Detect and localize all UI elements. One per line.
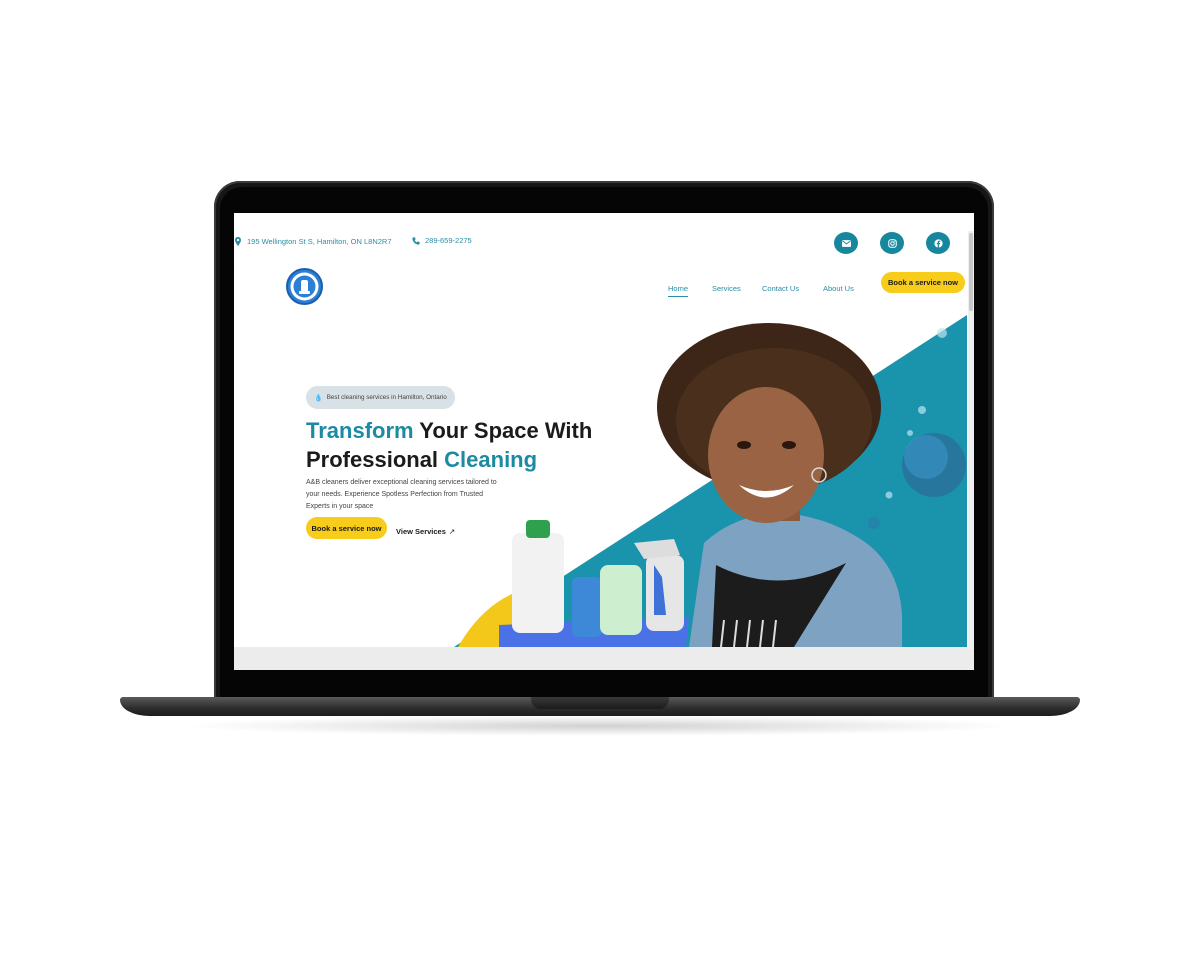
phone-icon	[412, 236, 420, 245]
view-services-label: View Services	[396, 527, 446, 536]
facebook-button[interactable]	[926, 232, 950, 254]
logo-emblem-icon	[290, 272, 319, 301]
cleaning-drop-icon: 💧	[314, 394, 323, 402]
book-service-hero-button[interactable]: Book a service now	[306, 517, 387, 539]
nav-contact-us[interactable]: Contact Us	[762, 284, 799, 293]
view-services-link[interactable]: View Services ↗	[396, 527, 455, 536]
nav-home[interactable]: Home	[668, 284, 689, 297]
location-pin-icon	[235, 237, 241, 246]
address-text: 195 Wellington St S, Hamilton, ON L8N2R7	[247, 237, 392, 246]
address[interactable]: 195 Wellington St S, Hamilton, ON L8N2R7	[234, 237, 392, 246]
instagram-icon	[887, 238, 897, 248]
laptop-notch	[531, 697, 669, 709]
scrollbar[interactable]	[968, 231, 974, 649]
heading-accent-cleaning: Cleaning	[444, 447, 538, 472]
instagram-button[interactable]	[880, 232, 904, 254]
heading-text-1: Your Space With	[413, 418, 593, 443]
nav-services[interactable]: Services	[712, 284, 741, 293]
browser-screen: 195 Wellington St S, Hamilton, ON L8N2R7…	[234, 213, 974, 670]
page-bottom-strip	[234, 647, 974, 670]
mail-icon	[841, 239, 851, 247]
hero-badge-text: Best cleaning services in Hamilton, Onta…	[326, 394, 447, 401]
contact-bar: 195 Wellington St S, Hamilton, ON L8N2R7…	[234, 213, 974, 265]
hero-description: A&B cleaners deliver exceptional cleanin…	[306, 479, 497, 510]
facebook-icon	[933, 238, 943, 248]
main-navigation: Home Services Contact Us About Us Book a…	[234, 265, 974, 315]
book-service-nav-button[interactable]: Book a service now	[881, 272, 965, 293]
mail-button[interactable]	[834, 232, 858, 254]
company-logo[interactable]	[286, 268, 323, 305]
hero-section: 💧 Best cleaning services in Hamilton, On…	[234, 315, 974, 647]
heading-text-2: Professional	[306, 447, 445, 472]
phone[interactable]: 289-659-2275	[412, 236, 472, 245]
hero-badge: 💧 Best cleaning services in Hamilton, On…	[306, 386, 455, 409]
nav-about-us[interactable]: About Us	[823, 284, 854, 293]
arrow-up-right-icon: ↗	[448, 527, 456, 536]
heading-accent-transform: Transform	[306, 418, 414, 443]
phone-text: 289-659-2275	[425, 236, 472, 245]
scrollbar-thumb[interactable]	[969, 233, 973, 311]
hero-heading: Transform Your Space With Professional C…	[306, 416, 626, 474]
laptop-shadow	[180, 716, 1020, 736]
